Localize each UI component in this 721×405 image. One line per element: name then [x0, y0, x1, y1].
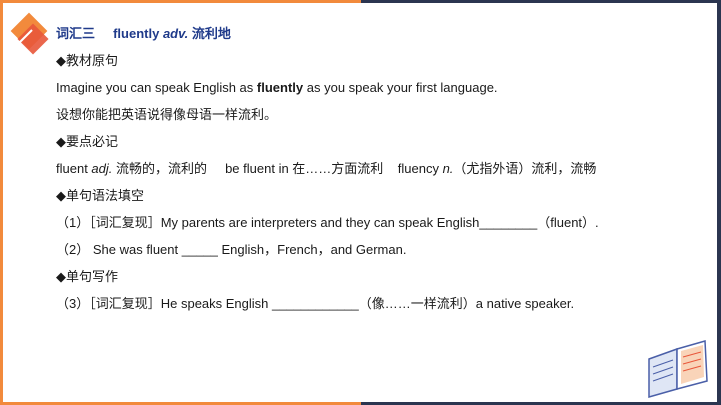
frame-top-left: [0, 0, 361, 3]
kp-fluency-pos: n.: [442, 161, 454, 176]
diamond-logo-icon: [10, 12, 49, 55]
key-points-line: fluent adj. 流畅的，流利的 be fluent in 在……方面流利…: [56, 160, 596, 178]
kp-be-fluent-in: be fluent in 在……方面流利: [225, 161, 384, 176]
sentence-translation: 设想你能把英语说得像母语一样流利。: [56, 107, 278, 122]
title-prefix: 词汇三: [56, 26, 96, 41]
heading-grammar-fill: ◆单句语法填空: [56, 188, 144, 203]
kp-fluent-pos: adj.: [91, 161, 113, 176]
title-word: fluently: [113, 26, 160, 41]
frame-right: [717, 0, 721, 405]
heading-textbook-sentence: ◆教材原句: [56, 53, 118, 68]
frame-left: [0, 0, 3, 405]
heading-key-points: ◆要点必记: [56, 134, 118, 149]
kp-fluency-meaning: （尤指外语）流利，流畅: [453, 161, 597, 176]
page-title: 词汇三 fluently adv. 流利地: [56, 25, 231, 43]
question-3: （3）［词汇复现］He speaks English ____________（…: [56, 296, 575, 311]
heading-sentence-writing: ◆单句写作: [56, 269, 118, 284]
sentence-bold: fluently: [256, 80, 304, 95]
kp-fluency: fluency: [397, 161, 443, 176]
kp-fluent-meaning: 流畅的，流利的: [112, 161, 208, 176]
kp-fluent: fluent: [56, 161, 92, 176]
title-pos: adv.: [162, 26, 189, 41]
title-meaning: 流利地: [191, 26, 231, 41]
frame-top-right: [361, 0, 721, 3]
sentence-after: as you speak your first language.: [303, 80, 498, 95]
textbook-sentence: Imagine you can speak English as fluentl…: [56, 79, 498, 97]
sentence-before: Imagine you can speak English as: [56, 80, 257, 95]
open-book-icon: [648, 340, 708, 398]
question-2: （2） She was fluent _____ English，French，…: [56, 242, 407, 257]
question-1: （1）［词汇复现］My parents are interpreters and…: [56, 215, 599, 230]
